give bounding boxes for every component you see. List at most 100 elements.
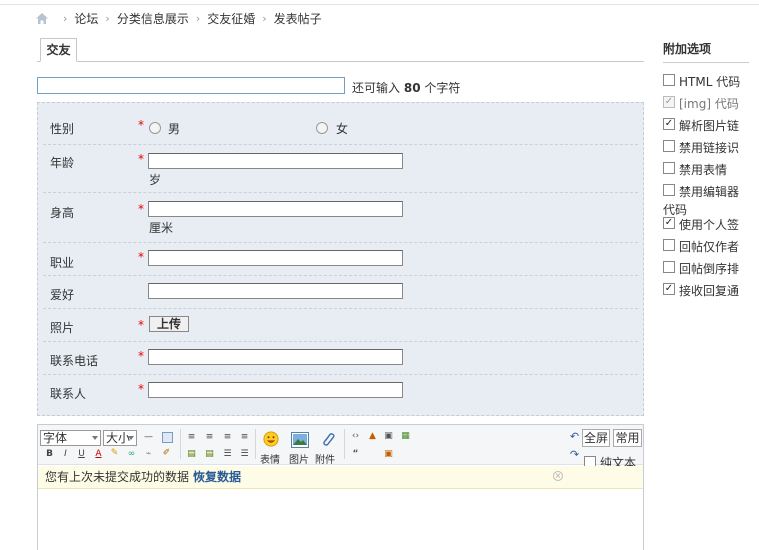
option-parse-image-link[interactable]: ✓ 解析图片链	[663, 117, 759, 133]
media-icon[interactable]: ▦	[400, 431, 411, 442]
option-disable-link[interactable]: 禁用链接识	[663, 139, 759, 155]
required-mark: *	[138, 349, 144, 363]
disable-link-checkbox[interactable]	[663, 140, 675, 152]
tab-dating[interactable]: 交友	[40, 38, 77, 62]
option-disable-smilies[interactable]: 禁用表情	[663, 161, 759, 177]
receive-notify-checkbox[interactable]: ✓	[663, 283, 675, 295]
label-gender: 性别	[50, 122, 75, 136]
hint-prefix: 还可输入	[352, 81, 401, 95]
float-right-icon[interactable]: ▤	[204, 449, 215, 460]
option-label: 禁用编辑器	[679, 185, 740, 199]
horizontal-rule-icon[interactable]: —	[143, 432, 154, 443]
background-color-icon[interactable]: ✎	[109, 448, 120, 459]
page-icon[interactable]: ▣	[383, 431, 394, 442]
option-label: 解析图片链	[679, 119, 740, 133]
unlink-icon[interactable]: ⌁	[143, 449, 154, 460]
home-icon[interactable]	[36, 12, 48, 24]
phone-input[interactable]	[148, 349, 403, 365]
font-size-select[interactable]: 大小	[103, 430, 137, 446]
unordered-list-icon[interactable]: ☰	[239, 449, 250, 460]
option-disable-editor-code[interactable]: 禁用编辑器	[663, 183, 759, 199]
reverse-order-checkbox[interactable]	[663, 261, 675, 273]
disable-smilies-checkbox[interactable]	[663, 162, 675, 174]
image-icon[interactable]	[291, 432, 309, 448]
height-input[interactable]	[148, 201, 403, 217]
font-color-icon[interactable]: A	[93, 449, 104, 460]
redo-icon[interactable]: ↷	[569, 449, 580, 460]
ordered-list-icon[interactable]: ☰	[222, 449, 233, 460]
align-center-icon[interactable]: ≡	[204, 432, 215, 443]
option-html-code[interactable]: HTML 代码	[663, 73, 759, 89]
contact-input[interactable]	[148, 382, 403, 398]
subject-input[interactable]	[37, 77, 345, 94]
option-label: 回帖倒序排	[679, 262, 740, 276]
label-job: 职业	[50, 256, 75, 270]
image-label[interactable]: 图片	[289, 451, 309, 466]
align-right-icon[interactable]: ≡	[222, 432, 233, 443]
html-code-checkbox[interactable]	[663, 74, 675, 86]
option-label: 回帖仅作者	[679, 240, 740, 254]
editor-textarea[interactable]	[38, 490, 643, 550]
use-signature-checkbox[interactable]: ✓	[663, 217, 675, 229]
subject-char-hint: 还可输入 80 个字符	[352, 79, 460, 96]
undo-icon[interactable]: ↶	[569, 431, 580, 442]
restore-data-link[interactable]: 恢复数据	[193, 470, 241, 484]
extra-options-title: 附加选项	[663, 42, 712, 56]
row-height: 身高 * 厘米	[43, 193, 638, 243]
radio-female[interactable]	[316, 122, 328, 134]
hobby-input[interactable]	[148, 283, 403, 299]
option-label: 代码	[663, 203, 688, 217]
common-button[interactable]: 常用	[613, 429, 642, 447]
option-receive-notify[interactable]: ✓ 接收回复通	[663, 282, 759, 308]
emoticon-label[interactable]: 表情	[260, 451, 280, 466]
age-input[interactable]	[148, 153, 403, 169]
quote-icon[interactable]: “	[350, 449, 361, 460]
close-icon[interactable]: ×	[553, 471, 563, 481]
align-justify-icon[interactable]: ≡	[239, 432, 250, 443]
row-photo: 照片 * 上传	[43, 309, 638, 342]
reply-author-only-checkbox[interactable]	[663, 239, 675, 251]
row-hobby: 爱好	[43, 276, 638, 309]
free-icon[interactable]: ▣	[383, 449, 394, 460]
option-reverse-order[interactable]: 回帖倒序排	[663, 260, 759, 276]
required-mark: *	[138, 118, 144, 132]
float-left-icon[interactable]: ▤	[186, 449, 197, 460]
required-mark: *	[138, 152, 144, 166]
option-use-signature[interactable]: ✓ 使用个人签	[663, 216, 759, 232]
align-left-icon[interactable]: ≡	[186, 432, 197, 443]
hide-content-icon[interactable]: ▲	[367, 431, 378, 442]
breadcrumb: › 论坛 › 分类信息展示 › 交友征婚 › 发表帖子	[36, 9, 322, 27]
attachment-label[interactable]: 附件	[315, 451, 335, 466]
parse-image-link-checkbox[interactable]: ✓	[663, 118, 675, 130]
underline-icon[interactable]: U	[76, 449, 87, 460]
italic-icon[interactable]: I	[60, 449, 71, 460]
job-input[interactable]	[148, 250, 403, 266]
option-reply-author-only[interactable]: 回帖仅作者	[663, 238, 759, 254]
img-code-checkbox: ✓	[663, 96, 675, 108]
breadcrumb-separator: ›	[262, 11, 267, 25]
toolbar-divider	[255, 429, 256, 459]
option-label: 禁用链接识	[679, 141, 740, 155]
upload-button[interactable]: 上传	[149, 316, 189, 332]
table-icon[interactable]	[162, 432, 173, 443]
required-mark: *	[138, 250, 144, 264]
code-icon[interactable]: ‹›	[350, 431, 361, 442]
option-label-continued: 代码	[663, 201, 759, 217]
fullscreen-button[interactable]: 全屏	[582, 429, 610, 447]
chevron-down-icon	[92, 436, 98, 440]
label-height: 身高	[50, 206, 75, 220]
row-job: 职业 *	[43, 243, 638, 276]
font-family-select[interactable]: 字体	[40, 430, 101, 446]
toolbar-divider	[180, 429, 181, 459]
radio-male[interactable]	[149, 122, 161, 134]
emoticon-icon[interactable]	[262, 431, 280, 447]
link-icon[interactable]: ∞	[126, 449, 137, 460]
disable-editor-code-checkbox[interactable]	[663, 184, 675, 196]
clear-format-icon[interactable]: ✐	[161, 448, 172, 459]
paperclip-icon[interactable]	[319, 431, 337, 447]
breadcrumb-dating[interactable]: 交友征婚	[207, 10, 255, 27]
breadcrumb-forum[interactable]: 论坛	[74, 10, 98, 27]
bold-icon[interactable]: B	[44, 449, 55, 460]
breadcrumb-category[interactable]: 分类信息展示	[117, 10, 189, 27]
post-editor: 字体 大小 — B I U A ✎ ∞ ⌁ ✐ ≡ ≡ ≡ ≡ ▤ ▤ ☰ ☰ …	[37, 424, 644, 550]
